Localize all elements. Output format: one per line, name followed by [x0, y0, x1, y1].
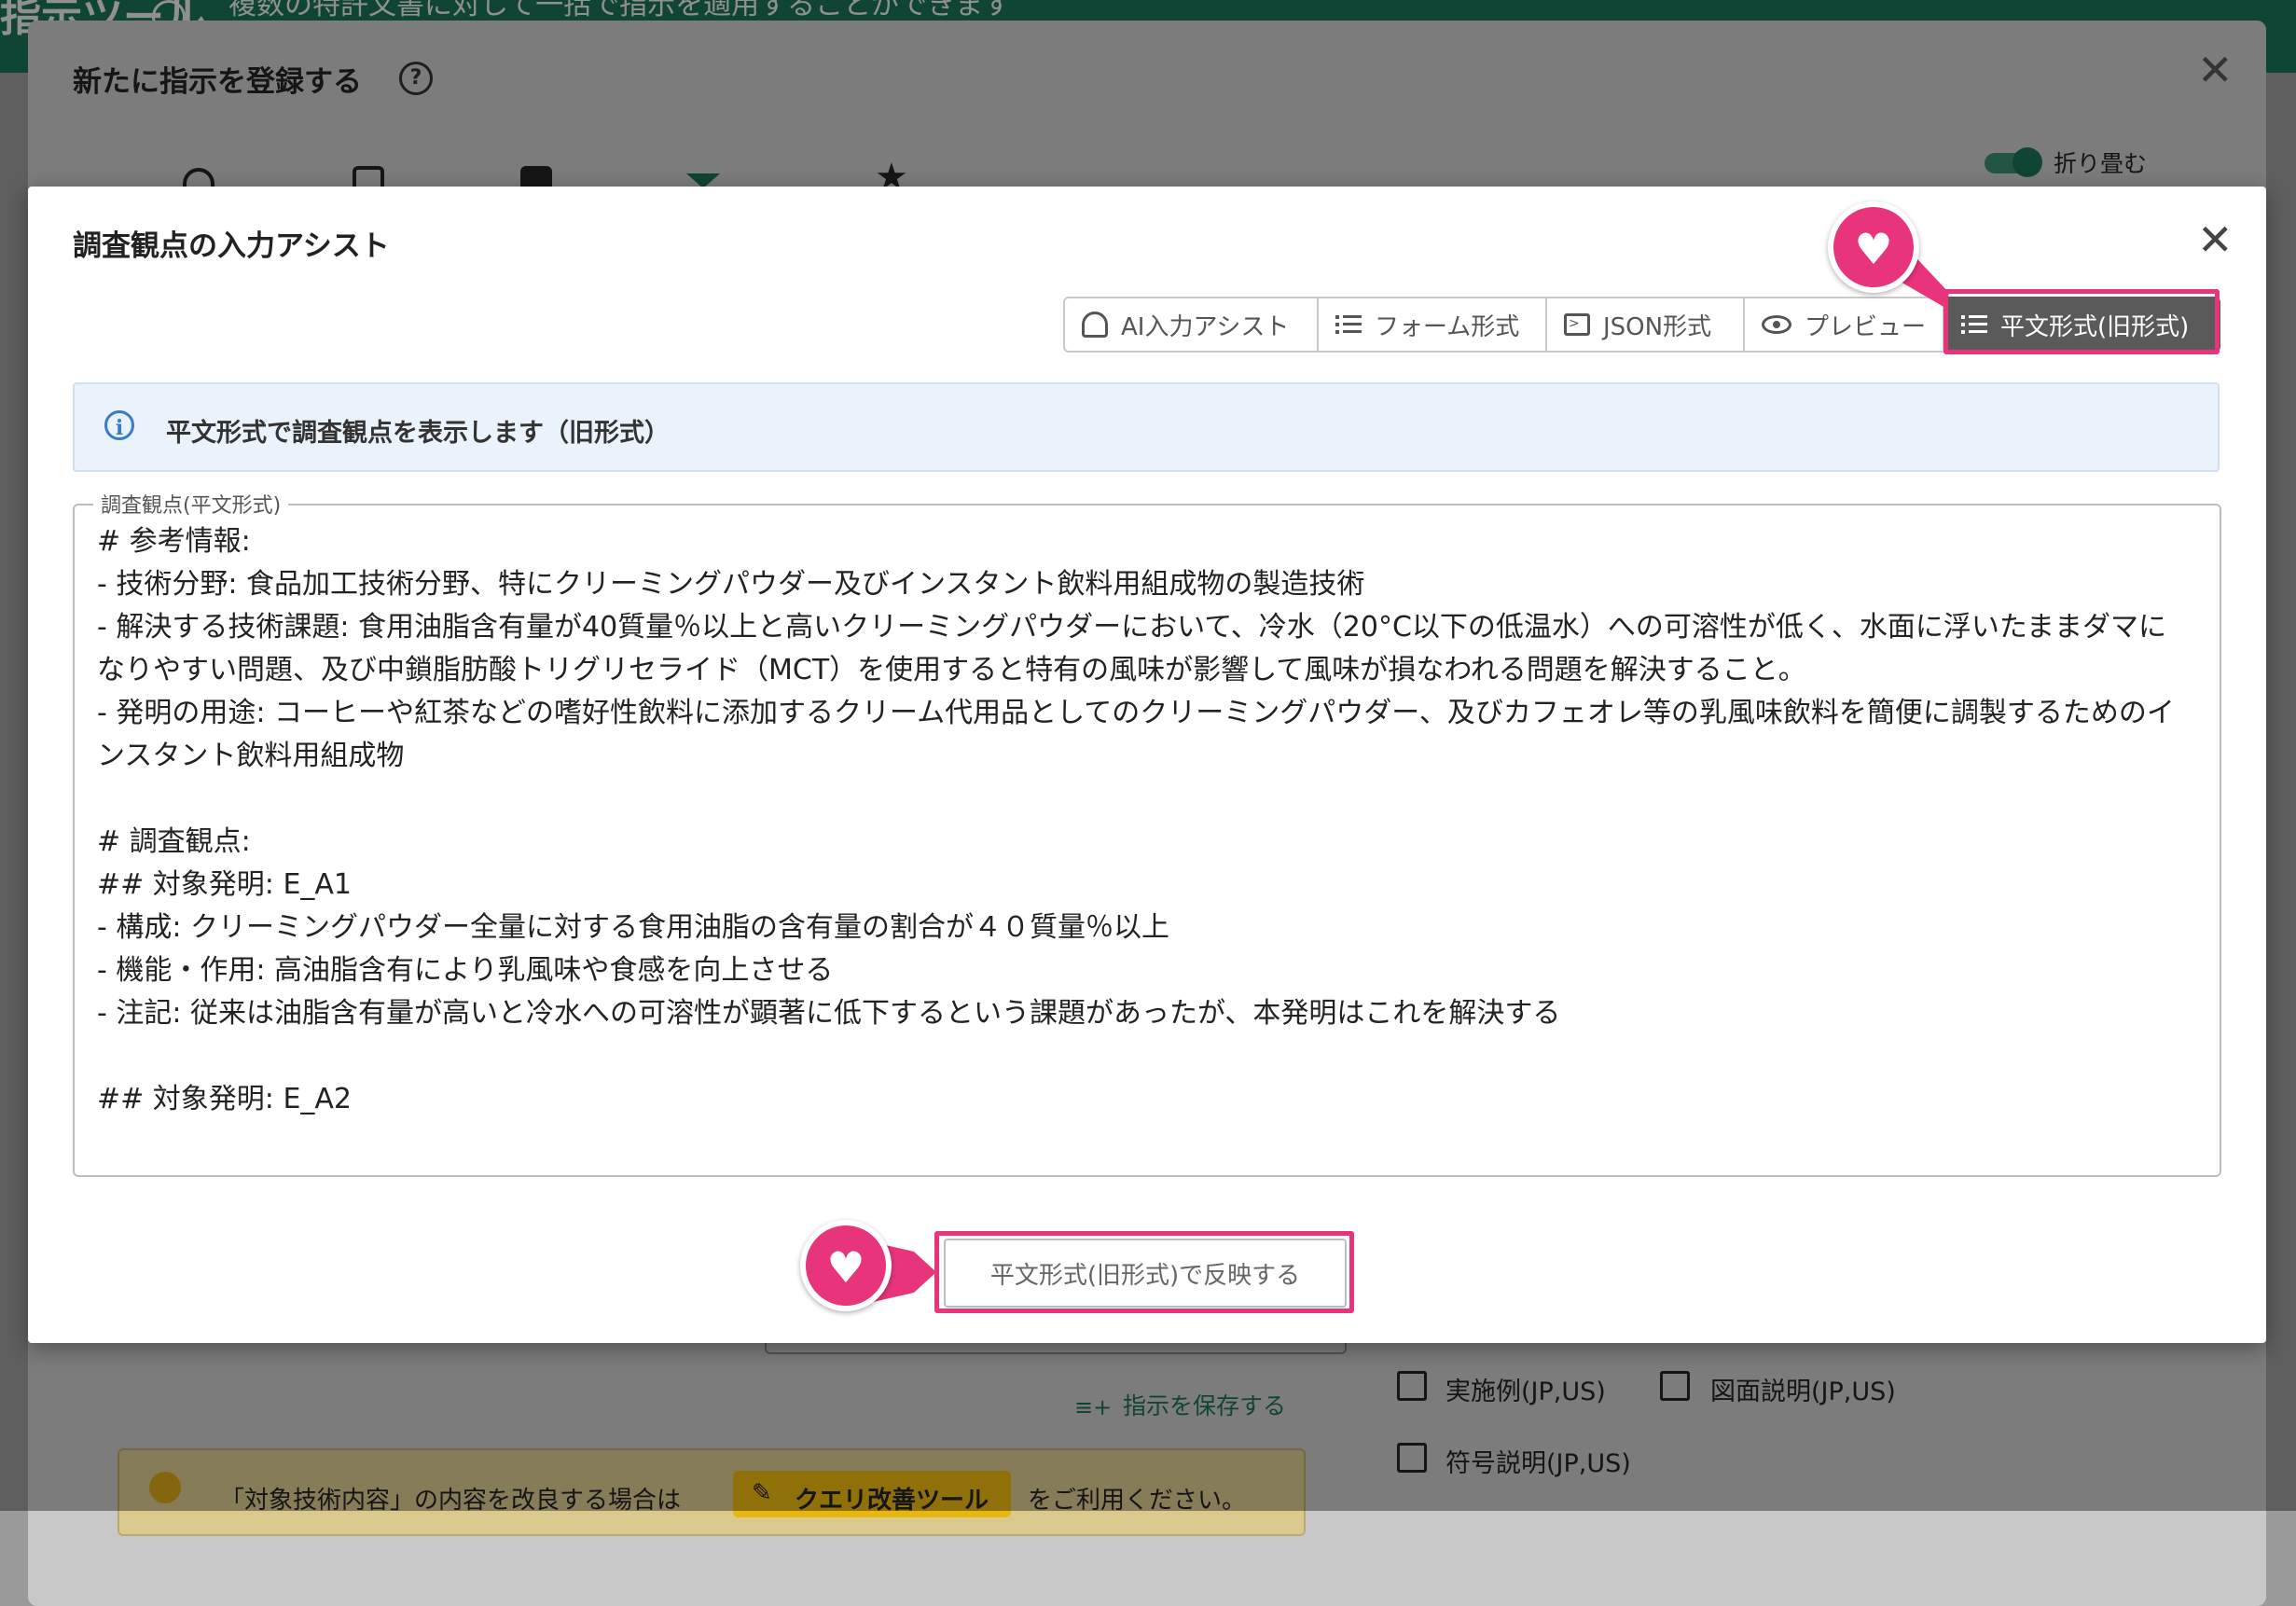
- tab-label: JSON形式: [1603, 312, 1712, 341]
- tab-json[interactable]: > JSON形式: [1547, 298, 1745, 351]
- heart-icon: ♥: [826, 1241, 865, 1293]
- info-icon: i: [104, 410, 134, 440]
- tab-label: AI入力アシスト: [1121, 312, 1290, 341]
- list-icon: [1335, 314, 1362, 335]
- eye-icon: [1762, 315, 1791, 334]
- ai-assist-icon: [1082, 312, 1108, 338]
- heart-marker: ♥: [800, 1220, 892, 1311]
- close-icon[interactable]: ✕: [2197, 218, 2234, 261]
- tab-form[interactable]: フォーム形式: [1319, 298, 1547, 351]
- tab-ai-assist[interactable]: AI入力アシスト: [1065, 298, 1319, 351]
- highlight-frame: [934, 1231, 1354, 1313]
- info-alert-text: 平文形式で調査観点を表示します（旧形式）: [166, 419, 670, 448]
- textarea-value[interactable]: # 参考情報: - 技術分野: 食品加工技術分野、特にクリーミングパウダー及びイ…: [97, 520, 2186, 1121]
- heart-icon: ♥: [1854, 223, 1893, 274]
- textarea-label: 調査観点(平文形式): [93, 489, 289, 519]
- terminal-icon: >: [1564, 313, 1590, 336]
- dialog-title: 調査観点の入力アシスト: [73, 229, 390, 263]
- heart-marker: ♥: [1828, 201, 1919, 293]
- tab-label: フォーム形式: [1375, 312, 1520, 341]
- highlight-frame: [1943, 289, 2220, 354]
